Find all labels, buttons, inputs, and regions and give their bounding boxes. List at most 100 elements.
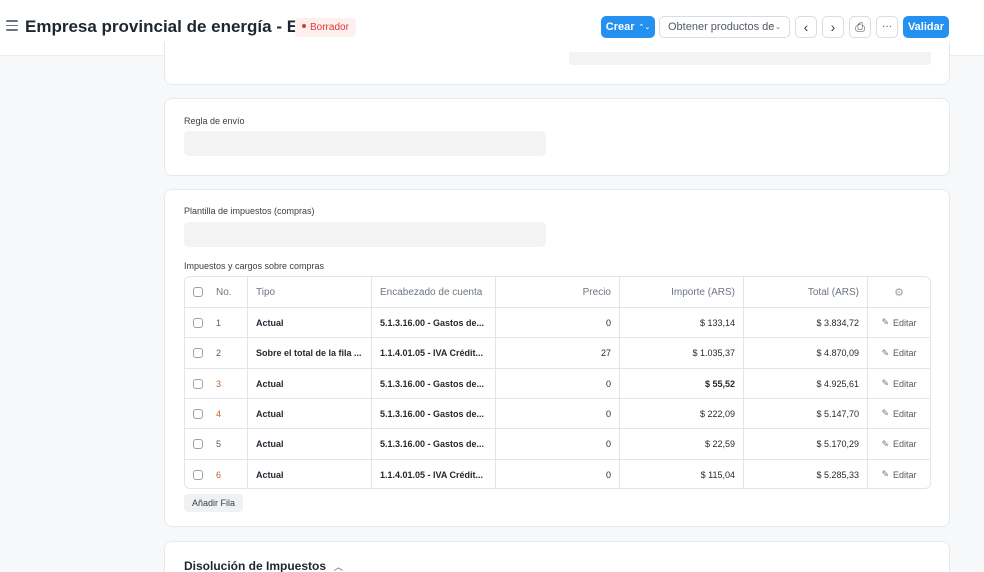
row-edit-button[interactable]: ✎ Editar bbox=[867, 399, 930, 428]
row-cuenta[interactable]: 1.1.4.01.05 - IVA Crédit... bbox=[371, 338, 495, 368]
row-checkbox-cell[interactable] bbox=[185, 308, 210, 337]
row-tipo-text: Actual bbox=[256, 469, 284, 480]
table-row[interactable]: 4 Actual 5.1.3.16.00 - Gastos de... 0 $ … bbox=[185, 398, 930, 428]
row-precio[interactable]: 0 bbox=[495, 369, 619, 398]
row-importe[interactable]: $ 55,52 bbox=[619, 369, 743, 398]
row-tipo[interactable]: Actual bbox=[247, 460, 371, 488]
tax-breakdown-section: Disolución de Impuestos ︿ bbox=[164, 541, 950, 572]
next-document-button[interactable]: › bbox=[822, 16, 844, 38]
crear-button[interactable]: Crear ⌃⌄ bbox=[601, 16, 655, 38]
more-actions-button[interactable]: ··· bbox=[876, 16, 898, 38]
row-importe[interactable]: $ 222,09 bbox=[619, 399, 743, 428]
row-checkbox-cell[interactable] bbox=[185, 369, 210, 398]
edit-label: Editar bbox=[893, 378, 917, 389]
row-cuenta[interactable]: 5.1.3.16.00 - Gastos de... bbox=[371, 308, 495, 337]
row-tipo[interactable]: Actual bbox=[247, 399, 371, 428]
table-header: No. Tipo Encabezado de cuenta Precio Imp… bbox=[185, 277, 930, 307]
row-checkbox[interactable] bbox=[192, 348, 203, 358]
row-precio[interactable]: 0 bbox=[495, 429, 619, 459]
row-edit-button[interactable]: ✎ Editar bbox=[867, 460, 930, 488]
row-cuenta-text: 1.1.4.01.05 - IVA Crédit... bbox=[380, 469, 484, 480]
section-title: Disolución de Impuestos bbox=[184, 559, 327, 572]
section-toggle[interactable]: Disolución de Impuestos ︿ bbox=[184, 559, 343, 572]
previous-document-button[interactable]: ‹ bbox=[795, 16, 817, 38]
row-checkbox-cell[interactable] bbox=[185, 338, 210, 368]
row-checkbox[interactable] bbox=[192, 408, 203, 419]
validar-button[interactable]: Validar bbox=[903, 16, 949, 38]
row-cuenta[interactable]: 1.1.4.01.05 - IVA Crédit... bbox=[371, 460, 495, 488]
col-total: Total (ARS) bbox=[743, 277, 867, 307]
pencil-icon: ✎ bbox=[881, 347, 890, 358]
regla-envio-label: Regla de envío bbox=[184, 116, 245, 126]
caret-updown-icon: ⌃⌄ bbox=[769, 24, 781, 31]
table-row[interactable]: 6 Actual 1.1.4.01.05 - IVA Crédit... 0 $… bbox=[185, 459, 930, 488]
row-importe[interactable]: $ 22,59 bbox=[619, 429, 743, 459]
row-checkbox-cell[interactable] bbox=[185, 399, 210, 428]
row-checkbox-cell[interactable] bbox=[185, 460, 210, 488]
row-tipo[interactable]: Actual bbox=[247, 369, 371, 398]
row-cuenta-text: 5.1.3.16.00 - Gastos de... bbox=[380, 317, 485, 328]
select-all-checkbox[interactable] bbox=[192, 287, 203, 297]
row-tipo[interactable]: Sobre el total de la fila ... bbox=[247, 338, 371, 368]
pencil-icon: ✎ bbox=[881, 317, 890, 327]
row-edit-button[interactable]: ✎ Editar bbox=[867, 429, 930, 459]
row-number: 5 bbox=[216, 439, 222, 449]
row-precio[interactable]: 27 bbox=[495, 338, 619, 368]
table-row[interactable]: 1 Actual 5.1.3.16.00 - Gastos de... 0 $ … bbox=[185, 307, 930, 337]
row-precio[interactable]: 0 bbox=[495, 399, 619, 428]
print-button[interactable]: ⎙ bbox=[849, 16, 871, 38]
row-checkbox[interactable] bbox=[192, 469, 203, 480]
row-number: 3 bbox=[216, 378, 222, 389]
plantilla-impuestos-label: Plantilla de impuestos (compras) bbox=[184, 206, 315, 216]
row-total: $ 5.170,29 bbox=[743, 429, 867, 459]
col-no: No. bbox=[216, 286, 232, 298]
row-tipo-text: Sobre el total de la fila ... bbox=[256, 348, 362, 358]
select-all-checkbox-cell[interactable] bbox=[185, 277, 210, 307]
row-cuenta-text: 5.1.3.16.00 - Gastos de... bbox=[380, 439, 485, 449]
row-number: 1 bbox=[216, 317, 222, 328]
obtener-productos-dropdown[interactable]: Obtener productos de ⌃⌄ bbox=[659, 16, 790, 38]
row-cuenta[interactable]: 5.1.3.16.00 - Gastos de... bbox=[371, 429, 495, 459]
row-cuenta[interactable]: 5.1.3.16.00 - Gastos de... bbox=[371, 369, 495, 398]
chevron-left-icon: ‹ bbox=[803, 19, 809, 35]
pencil-icon: ✎ bbox=[881, 378, 890, 388]
row-precio[interactable]: 0 bbox=[495, 460, 619, 488]
menu-icon[interactable] bbox=[6, 20, 18, 32]
edit-label: Editar bbox=[893, 469, 917, 480]
edit-label: Editar bbox=[893, 408, 917, 419]
column-settings-button[interactable]: ⚙ bbox=[867, 277, 930, 307]
add-row-button[interactable]: Añadir Fila bbox=[184, 494, 244, 512]
row-cuenta-text: 5.1.3.16.00 - Gastos de... bbox=[380, 378, 485, 389]
plantilla-impuestos-input[interactable] bbox=[184, 222, 546, 247]
row-total: $ 4.925,61 bbox=[743, 369, 867, 398]
row-cuenta-text: 5.1.3.16.00 - Gastos de... bbox=[380, 408, 485, 419]
edit-label: Editar bbox=[893, 348, 917, 358]
row-cuenta[interactable]: 5.1.3.16.00 - Gastos de... bbox=[371, 399, 495, 428]
row-tipo-text: Actual bbox=[256, 408, 284, 419]
row-edit-button[interactable]: ✎ Editar bbox=[867, 369, 930, 398]
form-section-previous bbox=[164, 42, 950, 85]
table-row[interactable]: 5 Actual 5.1.3.16.00 - Gastos de... 0 $ … bbox=[185, 428, 930, 459]
row-importe[interactable]: $ 1.035,37 bbox=[619, 338, 743, 368]
table-row[interactable]: 3 Actual 5.1.3.16.00 - Gastos de... 0 $ … bbox=[185, 368, 930, 398]
obtener-label: Obtener productos de bbox=[668, 21, 775, 33]
row-checkbox[interactable] bbox=[192, 378, 203, 389]
row-edit-button[interactable]: ✎ Editar bbox=[867, 338, 930, 368]
row-tipo[interactable]: Actual bbox=[247, 429, 371, 459]
regla-envio-input[interactable] bbox=[184, 131, 546, 156]
col-cuenta: Encabezado de cuenta bbox=[371, 277, 495, 307]
row-precio[interactable]: 0 bbox=[495, 308, 619, 337]
row-importe[interactable]: $ 133,14 bbox=[619, 308, 743, 337]
edit-label: Editar bbox=[893, 317, 917, 328]
gear-icon: ⚙ bbox=[894, 286, 904, 299]
row-importe[interactable]: $ 115,04 bbox=[619, 460, 743, 488]
row-checkbox[interactable] bbox=[192, 439, 203, 449]
col-tipo: Tipo bbox=[247, 277, 371, 307]
pencil-icon: ✎ bbox=[881, 438, 890, 449]
row-edit-button[interactable]: ✎ Editar bbox=[867, 308, 930, 337]
row-tipo[interactable]: Actual bbox=[247, 308, 371, 337]
table-row[interactable]: 2 Sobre el total de la fila ... 1.1.4.01… bbox=[185, 337, 930, 368]
row-total: $ 5.147,70 bbox=[743, 399, 867, 428]
row-checkbox[interactable] bbox=[192, 317, 203, 328]
row-checkbox-cell[interactable] bbox=[185, 429, 210, 459]
